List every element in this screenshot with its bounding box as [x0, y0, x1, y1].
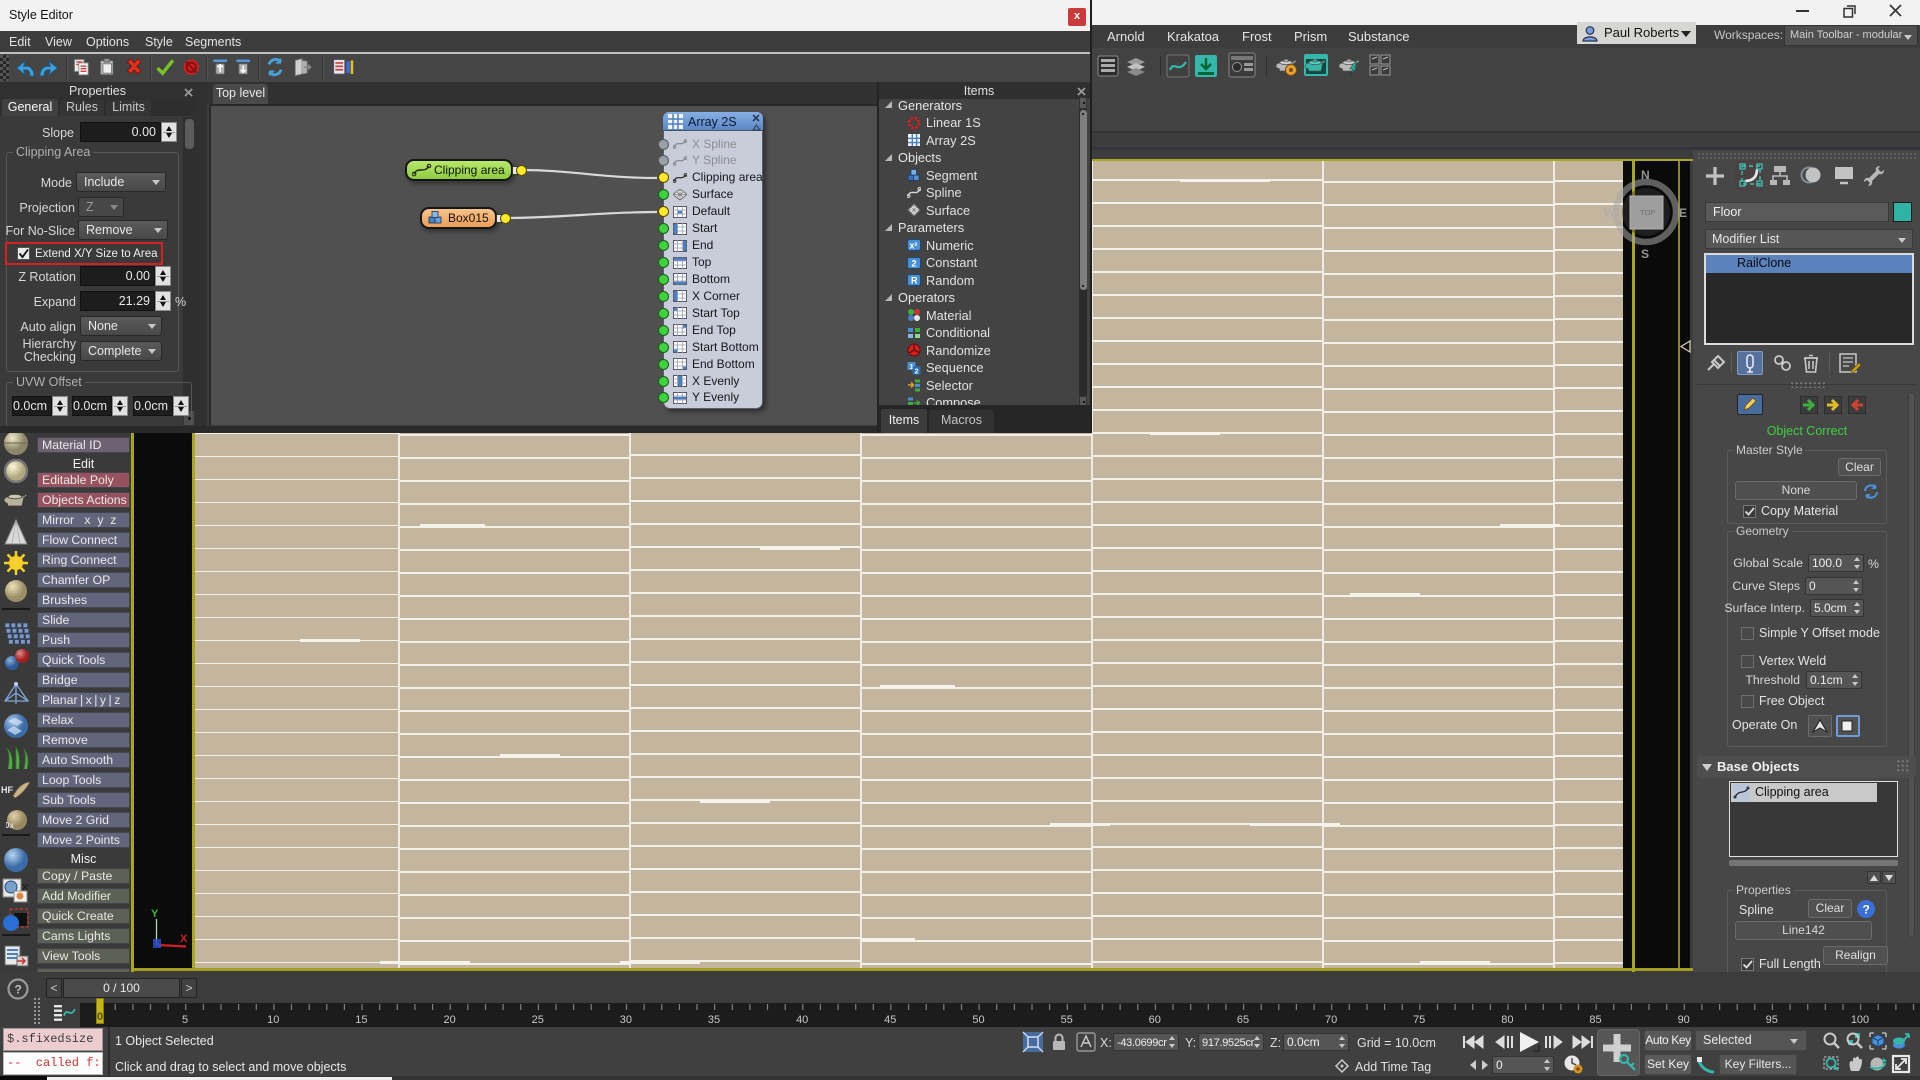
svg-text:55: 55: [1061, 1014, 1073, 1026]
svg-text:N: N: [1641, 168, 1650, 182]
svg-text:W: W: [1604, 206, 1616, 220]
svg-text:100: 100: [1851, 1014, 1869, 1026]
svg-text:HF: HF: [1, 785, 13, 795]
svg-text:25: 25: [532, 1014, 544, 1026]
svg-text:50: 50: [972, 1014, 984, 1026]
svg-text:40: 40: [796, 1014, 808, 1026]
svg-text:10: 10: [267, 1014, 279, 1026]
svg-text:60: 60: [1149, 1014, 1161, 1026]
svg-text:5: 5: [182, 1014, 188, 1026]
svg-text:?: ?: [15, 983, 22, 997]
svg-text:75: 75: [1413, 1014, 1425, 1026]
svg-text:x²: x²: [910, 241, 918, 251]
svg-text:2: 2: [912, 258, 917, 268]
svg-text:S: S: [1641, 247, 1649, 261]
svg-text:65: 65: [1237, 1014, 1249, 1026]
svg-text:E: E: [1679, 206, 1687, 220]
svg-text:X: X: [180, 933, 188, 945]
svg-text:95: 95: [1766, 1014, 1778, 1026]
svg-text:70: 70: [1325, 1014, 1337, 1026]
svg-text:90: 90: [1678, 1014, 1690, 1026]
svg-text:0x: 0x: [6, 821, 14, 830]
svg-text:30: 30: [620, 1014, 632, 1026]
svg-text:35: 35: [708, 1014, 720, 1026]
svg-text:Y: Y: [151, 908, 159, 920]
svg-text:80: 80: [1501, 1014, 1513, 1026]
svg-text:15: 15: [355, 1014, 367, 1026]
svg-text:?: ?: [1863, 903, 1870, 917]
svg-text:TOP: TOP: [1640, 208, 1655, 217]
svg-text:20: 20: [443, 1014, 455, 1026]
svg-text:2: 2: [915, 366, 919, 375]
svg-text:45: 45: [884, 1014, 896, 1026]
svg-text:85: 85: [1589, 1014, 1601, 1026]
svg-text:R: R: [911, 276, 918, 286]
